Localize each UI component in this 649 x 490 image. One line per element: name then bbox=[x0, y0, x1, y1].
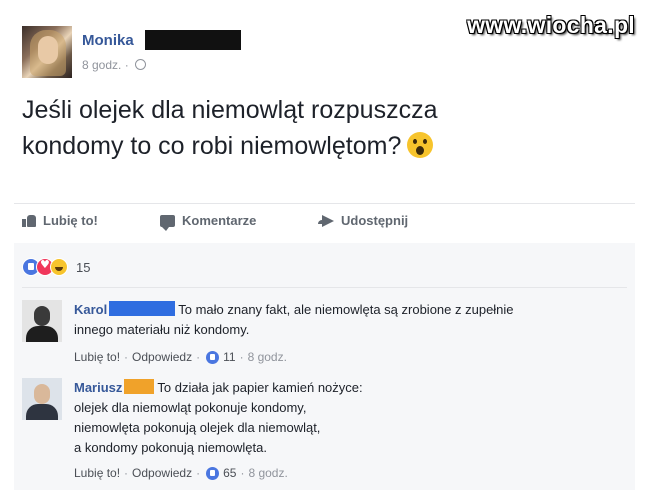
comment-author[interactable]: Mariusz bbox=[74, 380, 122, 395]
haha-reaction-icon bbox=[50, 258, 68, 276]
comment-text: olejek dla niemowląt pokonuje kondomy, bbox=[74, 400, 307, 415]
redacted-surname bbox=[109, 301, 176, 316]
comment-time[interactable]: 8 godz. bbox=[248, 466, 287, 480]
separator-dot: · bbox=[196, 466, 201, 480]
comment-label: Komentarze bbox=[182, 213, 257, 228]
comment-like-count[interactable]: 11 bbox=[223, 350, 235, 364]
comment-reply-link[interactable]: Odpowiedz bbox=[132, 350, 192, 364]
avatar[interactable] bbox=[22, 300, 62, 342]
comment-text: a kondomy pokonują niemowlęta. bbox=[74, 440, 267, 455]
comment-text: To mało znany fakt, ale niemowlęta są zr… bbox=[178, 302, 514, 317]
action-bar: Lubię to! Komentarze Udostępnij bbox=[22, 213, 622, 237]
avatar-shoulders bbox=[26, 326, 58, 342]
like-label: Lubię to! bbox=[43, 213, 98, 228]
comment-reply-link[interactable]: Odpowiedz bbox=[132, 466, 192, 480]
comment-meta: Lubię to! · Odpowiedz · 65 · 8 godz. bbox=[74, 466, 288, 480]
comment-like-link[interactable]: Lubię to! bbox=[74, 350, 120, 364]
comment-author[interactable]: Karol bbox=[74, 302, 107, 317]
comment-body: Karol To mało znany fakt, ale niemowlęta … bbox=[74, 300, 614, 340]
thumbs-up-icon bbox=[22, 214, 36, 227]
like-button[interactable]: Lubię to! bbox=[22, 213, 98, 228]
like-reaction-icon bbox=[206, 350, 220, 364]
avatar[interactable] bbox=[22, 26, 72, 78]
comment-meta: Lubię to! · Odpowiedz · 11 · 8 godz. bbox=[74, 350, 287, 364]
post-meta: 8 godz. · bbox=[82, 58, 147, 72]
comment-text: niemowlęta pokonują olejek dla niemowląt… bbox=[74, 420, 321, 435]
reaction-count: 15 bbox=[76, 259, 91, 275]
separator-dot: · bbox=[124, 350, 129, 364]
separator-dot: · bbox=[239, 350, 244, 364]
reactions-summary[interactable]: 15 bbox=[22, 258, 90, 276]
divider bbox=[14, 203, 635, 204]
separator-dot: · bbox=[196, 350, 201, 364]
redacted-surname bbox=[124, 379, 155, 394]
post-text: Jeśli olejek dla niemowląt rozpuszcza ko… bbox=[22, 92, 622, 164]
post-text-line: Jeśli olejek dla niemowląt rozpuszcza bbox=[22, 96, 438, 124]
share-label: Udostępnij bbox=[341, 213, 409, 228]
avatar[interactable] bbox=[22, 378, 62, 420]
avatar-head bbox=[34, 384, 50, 404]
post-time[interactable]: 8 godz. bbox=[82, 58, 121, 72]
comment-body: Mariusz To działa jak papier kamień nożyc… bbox=[74, 378, 614, 458]
separator-dot: · bbox=[124, 58, 129, 72]
share-button[interactable]: Udostępnij bbox=[318, 213, 408, 228]
separator-dot: · bbox=[240, 466, 245, 480]
avatar-shoulders bbox=[26, 404, 58, 420]
share-arrow-icon bbox=[318, 214, 334, 227]
like-reaction-icon bbox=[206, 466, 220, 480]
post-text-line: kondomy to co robi niemowlętom? bbox=[22, 128, 622, 164]
wow-emoji-icon bbox=[407, 132, 434, 158]
comment-icon bbox=[160, 214, 175, 231]
comment-time[interactable]: 8 godz. bbox=[248, 350, 287, 364]
post-header: Monika 8 godz. · bbox=[22, 26, 422, 82]
avatar-face bbox=[38, 36, 58, 64]
comment-text: To działa jak papier kamień nożyce: bbox=[157, 380, 363, 395]
redacted-surname bbox=[145, 30, 241, 50]
separator-dot: · bbox=[124, 466, 129, 480]
comment-like-count[interactable]: 65 bbox=[223, 466, 236, 480]
comment-button[interactable]: Komentarze bbox=[160, 213, 257, 231]
divider bbox=[22, 287, 627, 288]
comment-text: innego materiału niż kondomy. bbox=[74, 322, 250, 337]
avatar-head bbox=[34, 306, 50, 326]
watermark: www.wiocha.pl bbox=[467, 12, 635, 38]
comment-like-link[interactable]: Lubię to! bbox=[74, 466, 120, 480]
globe-icon bbox=[135, 59, 147, 70]
author-name[interactable]: Monika bbox=[82, 32, 134, 49]
